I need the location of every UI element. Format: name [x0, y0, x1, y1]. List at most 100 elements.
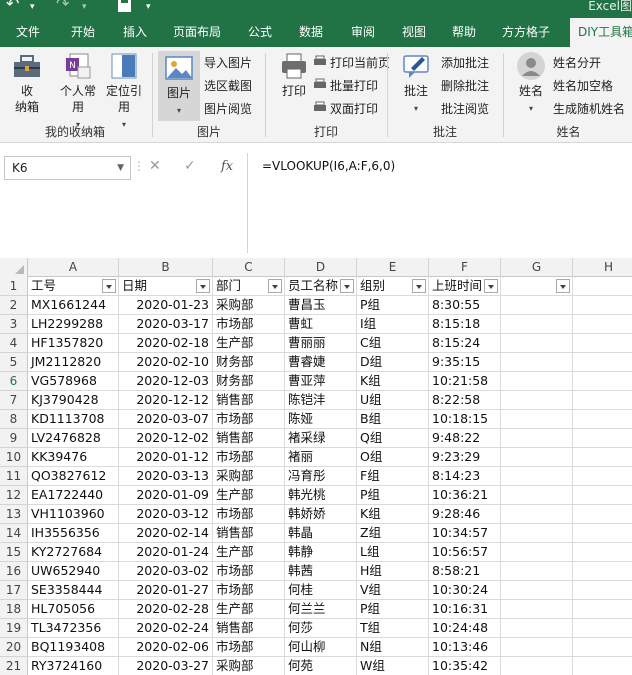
row-header[interactable]: 21 [0, 657, 28, 675]
table-cell[interactable]: H组 [357, 562, 429, 581]
table-cell[interactable]: K组 [357, 505, 429, 524]
table-cell[interactable]: MX1661244 [28, 296, 119, 315]
column-header-c[interactable]: C [213, 258, 285, 277]
table-cell[interactable]: 市场部 [213, 410, 285, 429]
table-cell[interactable]: O组 [357, 448, 429, 467]
table-cell[interactable]: 8:15:24 [429, 334, 501, 353]
filter-dropdown-icon[interactable] [340, 279, 354, 293]
tab-insert[interactable]: 插入 [123, 18, 147, 47]
table-cell[interactable]: 曹亚萍 [285, 372, 357, 391]
table-cell[interactable]: Q组 [357, 429, 429, 448]
table-cell[interactable]: 10:56:57 [429, 543, 501, 562]
row-header[interactable]: 4 [0, 334, 28, 353]
import-picture-button[interactable]: 导入图片 [204, 52, 252, 74]
empty-cell[interactable] [501, 372, 573, 391]
table-cell[interactable]: KK39476 [28, 448, 119, 467]
tab-view[interactable]: 视图 [402, 18, 426, 47]
empty-cell[interactable] [573, 581, 632, 600]
table-cell[interactable]: 8:22:58 [429, 391, 501, 410]
row-header[interactable]: 18 [0, 600, 28, 619]
customize-toolbar-icon[interactable]: ▾ [146, 2, 151, 12]
select-all-corner[interactable] [0, 258, 28, 277]
row-header[interactable]: 7 [0, 391, 28, 410]
table-cell[interactable]: VG578968 [28, 372, 119, 391]
table-cell[interactable]: Z组 [357, 524, 429, 543]
row-header[interactable]: 8 [0, 410, 28, 429]
table-cell[interactable]: 生产部 [213, 600, 285, 619]
table-cell[interactable]: 2020-01-24 [119, 543, 213, 562]
empty-cell[interactable] [573, 353, 632, 372]
table-cell[interactable]: HL705056 [28, 600, 119, 619]
table-cell[interactable]: P组 [357, 600, 429, 619]
empty-cell[interactable] [501, 581, 573, 600]
empty-cell[interactable] [501, 334, 573, 353]
save-icon[interactable] [117, 0, 132, 17]
table-cell[interactable]: 2020-01-27 [119, 581, 213, 600]
table-cell[interactable]: 何桂 [285, 581, 357, 600]
table-cell[interactable]: 10:13:46 [429, 638, 501, 657]
table-cell[interactable]: 财务部 [213, 372, 285, 391]
table-cell[interactable]: JM2112820 [28, 353, 119, 372]
table-cell[interactable]: 10:36:21 [429, 486, 501, 505]
empty-cell[interactable] [573, 372, 632, 391]
table-cell[interactable]: 8:14:23 [429, 467, 501, 486]
table-cell[interactable]: L组 [357, 543, 429, 562]
table-cell[interactable]: VH1103960 [28, 505, 119, 524]
empty-cell[interactable] [573, 467, 632, 486]
tab-formulas[interactable]: 公式 [248, 18, 272, 47]
tab-help[interactable]: 帮助 [452, 18, 476, 47]
row-header[interactable]: 5 [0, 353, 28, 372]
row-header[interactable]: 15 [0, 543, 28, 562]
comment-preview-button[interactable]: 批注阅览 [441, 98, 489, 120]
cancel-icon[interactable]: ✕ [149, 158, 161, 174]
empty-cell[interactable] [573, 334, 632, 353]
row-header[interactable]: 11 [0, 467, 28, 486]
table-cell[interactable]: 9:35:15 [429, 353, 501, 372]
empty-cell[interactable] [501, 448, 573, 467]
table-cell[interactable]: 曹虹 [285, 315, 357, 334]
empty-cell[interactable] [573, 524, 632, 543]
empty-cell[interactable] [573, 486, 632, 505]
table-cell[interactable]: IH3556356 [28, 524, 119, 543]
row-header[interactable]: 19 [0, 619, 28, 638]
empty-cell[interactable] [573, 448, 632, 467]
empty-cell[interactable] [573, 410, 632, 429]
table-cell[interactable]: W组 [357, 657, 429, 675]
personal-common-button[interactable]: N 个人常 用 ▾ [56, 51, 100, 133]
table-cell[interactable]: 生产部 [213, 486, 285, 505]
empty-cell[interactable] [501, 505, 573, 524]
row-header[interactable]: 16 [0, 562, 28, 581]
filter-dropdown-icon[interactable] [196, 279, 210, 293]
table-cell[interactable]: 10:21:58 [429, 372, 501, 391]
table-cell[interactable]: 冯育彤 [285, 467, 357, 486]
table-cell[interactable]: 何山柳 [285, 638, 357, 657]
collect-box-button[interactable]: 收 纳箱 [8, 51, 46, 115]
table-cell[interactable]: V组 [357, 581, 429, 600]
table-cell[interactable]: 2020-12-12 [119, 391, 213, 410]
table-cell[interactable]: 财务部 [213, 353, 285, 372]
undo-icon[interactable]: ↶ [6, 0, 19, 13]
row-header[interactable]: 14 [0, 524, 28, 543]
table-cell[interactable]: P组 [357, 296, 429, 315]
table-cell[interactable]: 何莎 [285, 619, 357, 638]
table-cell[interactable]: 韩娇娇 [285, 505, 357, 524]
table-cell[interactable]: 韩晶 [285, 524, 357, 543]
empty-cell[interactable] [501, 410, 573, 429]
filter-dropdown-icon[interactable] [412, 279, 426, 293]
row-header[interactable]: 2 [0, 296, 28, 315]
table-cell[interactable]: 生产部 [213, 334, 285, 353]
table-cell[interactable]: 2020-01-12 [119, 448, 213, 467]
redo-icon[interactable]: ↷ [56, 0, 69, 13]
table-cell[interactable]: 韩茜 [285, 562, 357, 581]
table-cell[interactable]: 采购部 [213, 657, 285, 675]
batch-print-button[interactable]: 批量打印 [313, 75, 378, 97]
empty-cell[interactable] [573, 505, 632, 524]
table-cell[interactable]: 2020-02-10 [119, 353, 213, 372]
table-cell[interactable]: 曹丽丽 [285, 334, 357, 353]
table-cell[interactable]: 10:34:57 [429, 524, 501, 543]
table-cell[interactable]: 曹睿婕 [285, 353, 357, 372]
formula-input[interactable]: =VLOOKUP(I6,A:F,6,0) [262, 159, 395, 173]
empty-cell[interactable] [501, 467, 573, 486]
picture-button[interactable]: 图片 ▾ [158, 51, 200, 121]
table-cell[interactable]: 采购部 [213, 296, 285, 315]
